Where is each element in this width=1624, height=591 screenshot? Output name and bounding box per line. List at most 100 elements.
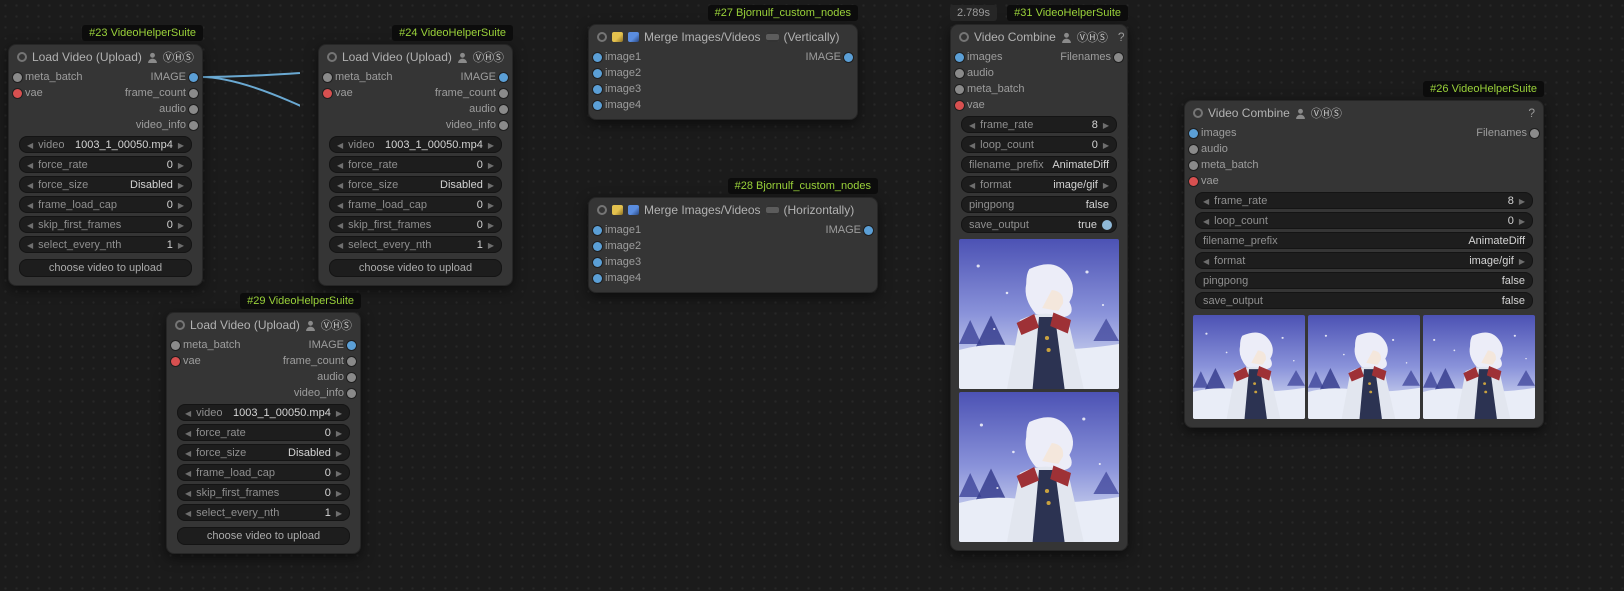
arrow-right-icon[interactable] — [1519, 255, 1525, 267]
arrow-right-icon[interactable] — [488, 159, 494, 171]
node-title-bar[interactable]: Merge Images/Videos (Vertically) — [589, 25, 857, 49]
input-slot-image3[interactable] — [593, 85, 602, 94]
arrow-right-icon[interactable] — [336, 487, 342, 499]
arrow-right-icon[interactable] — [178, 199, 184, 211]
arrow-right-icon[interactable] — [336, 407, 342, 419]
widget-save-output[interactable]: save_output true — [961, 216, 1117, 233]
arrow-right-icon[interactable] — [178, 179, 184, 191]
widget-force-size[interactable]: force_size Disabled — [177, 444, 350, 461]
arrow-left-icon[interactable] — [1203, 195, 1209, 207]
arrow-right-icon[interactable] — [336, 467, 342, 479]
widget-frame-load-cap[interactable]: frame_load_cap 0 — [329, 196, 502, 213]
arrow-left-icon[interactable] — [337, 179, 343, 191]
widget-pingpong[interactable]: pingpong false — [961, 196, 1117, 213]
widget-frame-rate[interactable]: frame_rate 8 — [1195, 192, 1533, 209]
collapse-dot-icon[interactable] — [327, 52, 337, 62]
widget-frame-load-cap[interactable]: frame_load_cap 0 — [177, 464, 350, 481]
widget-pingpong[interactable]: pingpong false — [1195, 272, 1533, 289]
input-slot-image1[interactable] — [593, 53, 602, 62]
widget-force-rate[interactable]: force_rate 0 — [177, 424, 350, 441]
widget-format[interactable]: format image/gif — [961, 176, 1117, 193]
collapse-dot-icon[interactable] — [17, 52, 27, 62]
output-slot-image[interactable] — [189, 73, 198, 82]
widget-skip-first-frames[interactable]: skip_first_frames 0 — [329, 216, 502, 233]
input-slot-audio[interactable] — [1189, 145, 1198, 154]
widget-frame-load-cap[interactable]: frame_load_cap 0 — [19, 196, 192, 213]
help-icon[interactable]: ? — [1112, 30, 1125, 44]
help-icon[interactable]: ? — [198, 50, 202, 64]
collapse-dot-icon[interactable] — [1193, 108, 1203, 118]
node-merge-horizontal-28[interactable]: #28 Bjornulf_custom_nodes Merge Images/V… — [588, 197, 878, 293]
input-slot-meta_batch[interactable] — [323, 73, 332, 82]
node-video-combine-26[interactable]: #26 VideoHelperSuite Video Combine ⓋⒽⓈ ?… — [1184, 100, 1544, 428]
collapse-dot-icon[interactable] — [175, 320, 185, 330]
input-slot-images[interactable] — [1189, 129, 1198, 138]
choose-video-button[interactable]: choose video to upload — [329, 259, 502, 277]
arrow-left-icon[interactable] — [337, 219, 343, 231]
widget-force-size[interactable]: force_size Disabled — [19, 176, 192, 193]
output-slot-video-info[interactable] — [189, 121, 198, 130]
arrow-right-icon[interactable] — [1103, 179, 1109, 191]
input-slot-meta_batch[interactable] — [1189, 161, 1198, 170]
arrow-left-icon[interactable] — [1203, 255, 1209, 267]
help-icon[interactable]: ? — [356, 318, 360, 332]
widget-frame-rate[interactable]: frame_rate 8 — [961, 116, 1117, 133]
arrow-left-icon[interactable] — [337, 239, 343, 251]
arrow-right-icon[interactable] — [488, 139, 494, 151]
help-icon[interactable]: ? — [508, 50, 512, 64]
widget-select-every-nth[interactable]: select_every_nth 1 — [19, 236, 192, 253]
arrow-left-icon[interactable] — [185, 507, 191, 519]
node-title-bar[interactable]: Load Video (Upload) ⓋⒽⓈ ? — [167, 313, 360, 337]
arrow-right-icon[interactable] — [178, 239, 184, 251]
output-slot-image[interactable] — [844, 53, 853, 62]
input-slot-image3[interactable] — [593, 258, 602, 267]
node-load-video-24[interactable]: #24 VideoHelperSuite Load Video (Upload)… — [318, 44, 513, 286]
output-slot-image[interactable] — [864, 226, 873, 235]
arrow-left-icon[interactable] — [969, 179, 975, 191]
arrow-left-icon[interactable] — [969, 119, 975, 131]
output-slot-image[interactable] — [347, 341, 356, 350]
widget-save-output[interactable]: save_output false — [1195, 292, 1533, 309]
arrow-right-icon[interactable] — [488, 239, 494, 251]
input-slot-image2[interactable] — [593, 242, 602, 251]
arrow-right-icon[interactable] — [488, 199, 494, 211]
node-video-combine-31[interactable]: 2.789s #31 VideoHelperSuite Video Combin… — [950, 24, 1128, 551]
output-slot-frame-count[interactable] — [499, 89, 508, 98]
input-slot-meta_batch[interactable] — [171, 341, 180, 350]
arrow-right-icon[interactable] — [336, 427, 342, 439]
collapse-dot-icon[interactable] — [959, 32, 969, 42]
widget-video[interactable]: video 1003_1_00050.mp4 — [329, 136, 502, 153]
arrow-left-icon[interactable] — [185, 427, 191, 439]
output-slot-audio[interactable] — [189, 105, 198, 114]
arrow-left-icon[interactable] — [1203, 215, 1209, 227]
arrow-right-icon[interactable] — [1519, 215, 1525, 227]
choose-video-button[interactable]: choose video to upload — [19, 259, 192, 277]
arrow-right-icon[interactable] — [1519, 195, 1525, 207]
arrow-left-icon[interactable] — [27, 219, 33, 231]
arrow-left-icon[interactable] — [185, 487, 191, 499]
output-slot-filenames[interactable] — [1530, 129, 1539, 138]
output-slot-audio[interactable] — [499, 105, 508, 114]
widget-select-every-nth[interactable]: select_every_nth 1 — [177, 504, 350, 521]
input-slot-vae[interactable] — [1189, 177, 1198, 186]
widget-video[interactable]: video 1003_1_00050.mp4 — [177, 404, 350, 421]
arrow-left-icon[interactable] — [27, 199, 33, 211]
arrow-right-icon[interactable] — [178, 159, 184, 171]
widget-skip-first-frames[interactable]: skip_first_frames 0 — [177, 484, 350, 501]
video-preview-strip[interactable] — [1193, 315, 1535, 419]
collapse-dot-icon[interactable] — [597, 32, 607, 42]
arrow-left-icon[interactable] — [185, 467, 191, 479]
output-slot-filenames[interactable] — [1114, 53, 1123, 62]
arrow-left-icon[interactable] — [185, 407, 191, 419]
output-slot-image[interactable] — [499, 73, 508, 82]
arrow-left-icon[interactable] — [969, 139, 975, 151]
input-slot-vae[interactable] — [13, 89, 22, 98]
arrow-right-icon[interactable] — [336, 447, 342, 459]
input-slot-vae[interactable] — [323, 89, 332, 98]
output-slot-video-info[interactable] — [347, 389, 356, 398]
widget-force-rate[interactable]: force_rate 0 — [19, 156, 192, 173]
arrow-right-icon[interactable] — [336, 507, 342, 519]
arrow-left-icon[interactable] — [27, 159, 33, 171]
arrow-right-icon[interactable] — [1103, 139, 1109, 151]
arrow-left-icon[interactable] — [27, 239, 33, 251]
